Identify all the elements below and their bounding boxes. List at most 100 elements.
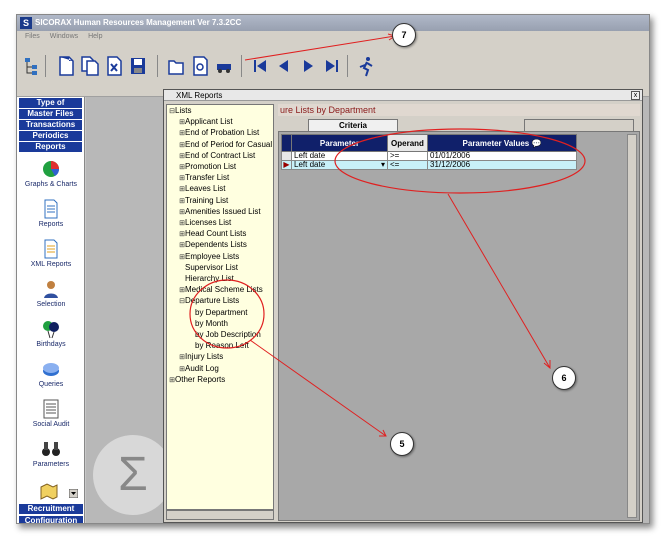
nav-item-social-audit[interactable]: Social Audit	[17, 399, 85, 428]
tree-node[interactable]: ⊞Other Reports	[169, 375, 225, 385]
tree-node-label: Audit Log	[185, 363, 219, 373]
tree-node[interactable]: Hierarchy List	[179, 274, 234, 284]
tree-node-label: Dependents Lists	[185, 240, 247, 250]
tree-node-label: Departure Lists	[185, 296, 240, 306]
table-row[interactable]: Left date >= 01/01/2006	[281, 151, 577, 161]
criteria-panel: Parameter Operand Parameter Values 💬 Lef…	[278, 131, 640, 521]
nav-type-of[interactable]: Type of	[19, 98, 82, 108]
audit-sheet-icon	[43, 399, 59, 419]
sigma-logo-icon: Σ	[93, 435, 173, 515]
toolbar-separator	[347, 55, 348, 77]
document-icon[interactable]	[57, 55, 75, 77]
tree-node[interactable]: by Month	[189, 319, 228, 329]
tree-node[interactable]: ⊞Applicant List	[179, 117, 233, 127]
cell-value[interactable]: 31/12/2006	[427, 160, 577, 170]
nav-item-label: Social Audit	[32, 421, 70, 428]
nav-item-label: Birthdays	[36, 341, 66, 348]
tree-node[interactable]: ⊞End of Period for Casual I	[179, 140, 273, 150]
nav-reports[interactable]: Reports	[19, 142, 82, 152]
tree-node[interactable]: ⊞Training List	[179, 196, 228, 206]
previous-record-icon[interactable]	[275, 55, 293, 77]
nav-item-reports[interactable]: Reports	[17, 199, 85, 228]
menu-files[interactable]: Files	[25, 33, 40, 40]
nav-item-graphs-charts[interactable]: Graphs & Charts	[17, 159, 85, 188]
tree-node[interactable]: Supervisor List	[179, 263, 238, 273]
cell-operand-text: <=	[390, 160, 400, 169]
nav-master-files[interactable]: Master Files	[19, 109, 82, 119]
copy-document-icon[interactable]	[81, 55, 99, 77]
tree-node[interactable]: by Job Description	[189, 330, 261, 340]
first-record-icon[interactable]	[251, 55, 269, 77]
cell-operand[interactable]: <=	[387, 160, 428, 170]
grid-header-operand: Operand	[387, 134, 428, 152]
nav-item-parameters[interactable]: Parameters	[17, 439, 85, 468]
tree-node-label: by Reason Left	[195, 341, 249, 351]
callout-7: 7	[392, 23, 416, 47]
vehicle-icon[interactable]	[215, 55, 233, 77]
nav-item-birthdays[interactable]: Birthdays	[17, 319, 85, 348]
tree-icon[interactable]	[23, 55, 41, 77]
nav-item-selection[interactable]: Selection	[17, 279, 85, 308]
tree-node[interactable]: by Department	[189, 308, 247, 318]
dropdown-arrow-icon[interactable]: ▾	[381, 161, 385, 169]
menu-windows[interactable]: Windows	[50, 33, 78, 40]
tree-node[interactable]: ⊞Promotion List	[179, 162, 236, 172]
xml-reports-window: XML Reports x ⊟Lists ⊞Applicant List ⊞End …	[163, 89, 643, 523]
scroll-down-icon[interactable]	[69, 489, 78, 498]
last-record-icon[interactable]	[323, 55, 341, 77]
tree-node[interactable]: ⊞Injury Lists	[179, 352, 223, 362]
tree-node[interactable]: ⊞Head Count Lists	[179, 229, 246, 239]
folder-open-icon[interactable]	[167, 55, 185, 77]
tree-horizontal-scrollbar[interactable]	[166, 510, 274, 520]
grid-header-values-label: Parameter Values	[462, 138, 530, 148]
tree-node[interactable]: ⊞Employee Lists	[179, 252, 239, 262]
preview-report-icon[interactable]	[191, 55, 209, 77]
cell-parameter-text: Left date	[294, 151, 326, 160]
grid-vertical-scrollbar[interactable]	[627, 134, 637, 518]
tree-node[interactable]: ⊟Departure Lists	[179, 296, 239, 306]
nav-item-xml-reports[interactable]: XML Reports	[17, 239, 85, 268]
row-indicator-icon: ▶	[281, 160, 292, 170]
tree-node[interactable]: ⊞Medical Scheme Lists	[179, 285, 263, 295]
database-query-icon	[43, 363, 59, 376]
exit-runner-icon[interactable]	[357, 55, 375, 77]
map-tools-icon[interactable]	[39, 483, 59, 501]
cell-parameter[interactable]: Left date ▾	[291, 160, 388, 170]
nav-item-label: Graphs & Charts	[24, 181, 78, 188]
tree-node[interactable]: ⊞Transfer List	[179, 173, 229, 183]
nav-configuration[interactable]: Configuration	[19, 516, 83, 523]
tree-node[interactable]: ⊞Licenses List	[179, 218, 231, 228]
toolbar-separator	[241, 55, 242, 77]
tree-node[interactable]: ⊞End of Contract List	[179, 151, 255, 161]
tree-node-label: Applicant List	[185, 117, 233, 127]
delete-document-icon[interactable]	[105, 55, 123, 77]
xml-window-titlebar: XML Reports x	[164, 90, 642, 101]
tree-node-label: Employee Lists	[185, 251, 240, 261]
cell-operand-text: >=	[390, 151, 400, 160]
app-titlebar: S SICORAX Human Resources Management Ver…	[17, 15, 649, 31]
tree-node[interactable]: by Reason Left	[189, 341, 249, 351]
tree-node[interactable]: ⊞Amenities Issued List	[179, 207, 261, 217]
menu-help[interactable]: Help	[88, 33, 102, 40]
tree-node[interactable]: ⊞End of Probation List	[179, 128, 259, 138]
left-navigation: Type of Master Files Transactions Period…	[17, 97, 85, 523]
tree-node[interactable]: ⊞Audit Log	[179, 364, 219, 374]
tree-node[interactable]: ⊞Dependents Lists	[179, 240, 247, 250]
tree-node-label: Promotion List	[185, 162, 237, 171]
save-disk-icon[interactable]	[129, 55, 147, 77]
nav-item-queries[interactable]: Queries	[17, 359, 85, 388]
tree-node[interactable]: ⊟Lists	[169, 106, 191, 116]
tab-strip: Criteria	[278, 117, 640, 132]
nav-recruitment[interactable]: Recruitment	[19, 504, 83, 514]
close-icon[interactable]: x	[631, 91, 640, 100]
report-tree: ⊟Lists ⊞Applicant List ⊞End of Probation L…	[166, 104, 274, 510]
nav-periodics[interactable]: Periodics	[19, 131, 82, 141]
tree-node-label: Transfer List	[185, 173, 230, 183]
balloons-icon	[43, 321, 59, 339]
tree-node[interactable]: ⊞Leaves List	[179, 184, 225, 194]
tree-node-label: Lists	[175, 106, 192, 115]
nav-transactions[interactable]: Transactions	[19, 120, 82, 130]
next-record-icon[interactable]	[299, 55, 317, 77]
tree-node-label: Injury Lists	[185, 352, 224, 362]
table-row[interactable]: ▶ Left date ▾ <= 31/12/2006	[281, 160, 577, 170]
